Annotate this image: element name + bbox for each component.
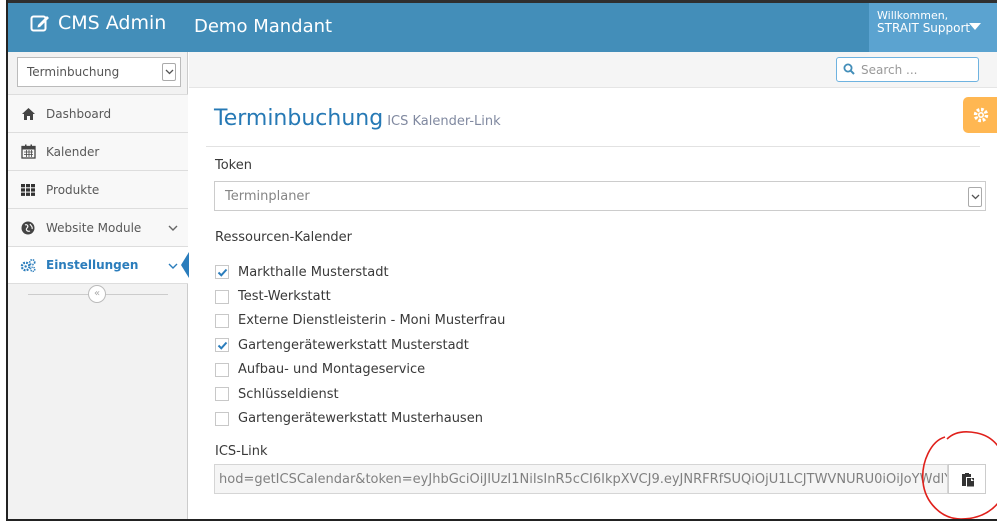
brand[interactable]: CMS Admin bbox=[30, 12, 166, 34]
search-icon bbox=[843, 63, 855, 75]
token-select[interactable]: Terminplaner bbox=[214, 181, 986, 211]
resource-label: Gartengerätewerkstatt Musterstadt bbox=[238, 337, 469, 353]
resource-label: Markthalle Musterstadt bbox=[238, 264, 389, 280]
checkbox[interactable] bbox=[215, 387, 229, 402]
token-label: Token bbox=[215, 158, 252, 173]
token-select-value: Terminplaner bbox=[225, 189, 310, 204]
calendar-icon bbox=[20, 144, 36, 160]
resources-label: Ressourcen-Kalender bbox=[215, 230, 353, 245]
tenant-name: Demo Mandant bbox=[194, 16, 333, 37]
main-content: Terminbuchung ICS Kalender-Link Token Ter… bbox=[189, 88, 997, 519]
resource-checkbox-row[interactable]: Schlüsseldienst bbox=[215, 382, 505, 406]
checkbox[interactable] bbox=[215, 289, 229, 304]
resource-checkbox-row[interactable]: Gartengerätewerkstatt Musterhausen bbox=[215, 406, 505, 430]
checkmark-icon bbox=[217, 342, 228, 351]
ics-link-field[interactable]: hod=getICSCalendar&token=eyJhbGciOiJIUzI… bbox=[214, 464, 948, 494]
annotation-circle bbox=[921, 431, 997, 519]
resource-checkbox-row[interactable]: Test-Werkstatt bbox=[215, 284, 505, 308]
sidebar-item-label: Einstellungen bbox=[46, 258, 139, 272]
globe-icon bbox=[20, 220, 36, 236]
cogs-icon bbox=[20, 257, 36, 273]
sidebar-item-label: Website Module bbox=[46, 220, 142, 235]
sidebar-item-website-module[interactable]: Website Module bbox=[8, 208, 188, 246]
breadcrumb-bar: Search ... bbox=[189, 52, 997, 88]
brand-label: CMS Admin bbox=[58, 12, 167, 34]
divider bbox=[206, 146, 980, 147]
module-select-value: Terminbuchung bbox=[27, 65, 120, 79]
checkbox[interactable] bbox=[215, 411, 229, 426]
collapse-sidebar-button[interactable]: « bbox=[88, 285, 106, 303]
chevron-down-icon bbox=[168, 221, 178, 235]
page-title: Terminbuchung ICS Kalender-Link bbox=[214, 106, 501, 131]
resource-label: Aufbau- und Montageservice bbox=[238, 362, 426, 378]
sidebar: Terminbuchung Dashboard Kalender Produkt… bbox=[8, 52, 189, 519]
sidebar-item-produkte[interactable]: Produkte bbox=[8, 170, 188, 208]
sidebar-item-einstellungen[interactable]: Einstellungen bbox=[8, 246, 189, 284]
resource-checkbox-row[interactable]: Gartengerätewerkstatt Musterstadt bbox=[215, 333, 505, 357]
home-icon bbox=[20, 106, 36, 122]
resource-checkbox-row[interactable]: Markthalle Musterstadt bbox=[215, 260, 505, 284]
ics-link-label: ICS-Link bbox=[215, 444, 268, 459]
resource-label: Test-Werkstatt bbox=[238, 289, 331, 305]
settings-button[interactable] bbox=[963, 97, 997, 133]
resource-label: Externe Dienstleisterin - Moni Musterfra… bbox=[238, 313, 506, 329]
page-subtitle: ICS Kalender-Link bbox=[387, 114, 501, 129]
checkbox[interactable] bbox=[215, 265, 229, 280]
resource-label: Gartengerätewerkstatt Musterhausen bbox=[238, 411, 483, 427]
resource-checkbox-row[interactable]: Aufbau- und Montageservice bbox=[215, 358, 505, 382]
sidebar-item-label: Produkte bbox=[46, 182, 100, 197]
resource-checkbox-row[interactable]: Externe Dienstleisterin - Moni Musterfra… bbox=[215, 309, 505, 333]
user-menu[interactable]: Willkommen, STRAIT Support bbox=[869, 3, 997, 52]
top-navbar: CMS Admin Demo Mandant Willkommen, STRAI… bbox=[8, 0, 997, 52]
checkbox[interactable] bbox=[215, 338, 229, 353]
search-placeholder: Search ... bbox=[861, 63, 918, 77]
chevron-down-icon bbox=[968, 187, 982, 207]
module-select[interactable]: Terminbuchung bbox=[17, 57, 181, 87]
sidebar-item-label: Kalender bbox=[46, 144, 100, 159]
gear-icon bbox=[973, 107, 989, 123]
chevron-down-icon bbox=[168, 259, 178, 273]
checkmark-icon bbox=[217, 269, 228, 277]
page-title-text: Terminbuchung bbox=[214, 106, 384, 131]
grid-icon bbox=[20, 182, 36, 198]
resource-checkbox-list: Markthalle Musterstadt Test-Werkstatt Exte… bbox=[215, 260, 505, 431]
resource-label: Schlüsseldienst bbox=[238, 386, 339, 402]
chevron-down-icon bbox=[162, 63, 176, 81]
checkbox[interactable] bbox=[215, 313, 229, 328]
search-input[interactable]: Search ... bbox=[836, 57, 979, 82]
checkbox[interactable] bbox=[215, 362, 229, 377]
sidebar-item-dashboard[interactable]: Dashboard bbox=[8, 94, 188, 132]
sidebar-collapse: « bbox=[8, 284, 188, 306]
caret-down-icon bbox=[969, 23, 981, 30]
sidebar-nav: Dashboard Kalender Produkte Website Modu… bbox=[8, 94, 189, 284]
sidebar-item-label: Dashboard bbox=[46, 106, 112, 121]
sidebar-item-kalender[interactable]: Kalender bbox=[8, 132, 188, 170]
edit-icon bbox=[30, 13, 50, 33]
app-window: CMS Admin Demo Mandant Willkommen, STRAI… bbox=[6, 0, 997, 521]
